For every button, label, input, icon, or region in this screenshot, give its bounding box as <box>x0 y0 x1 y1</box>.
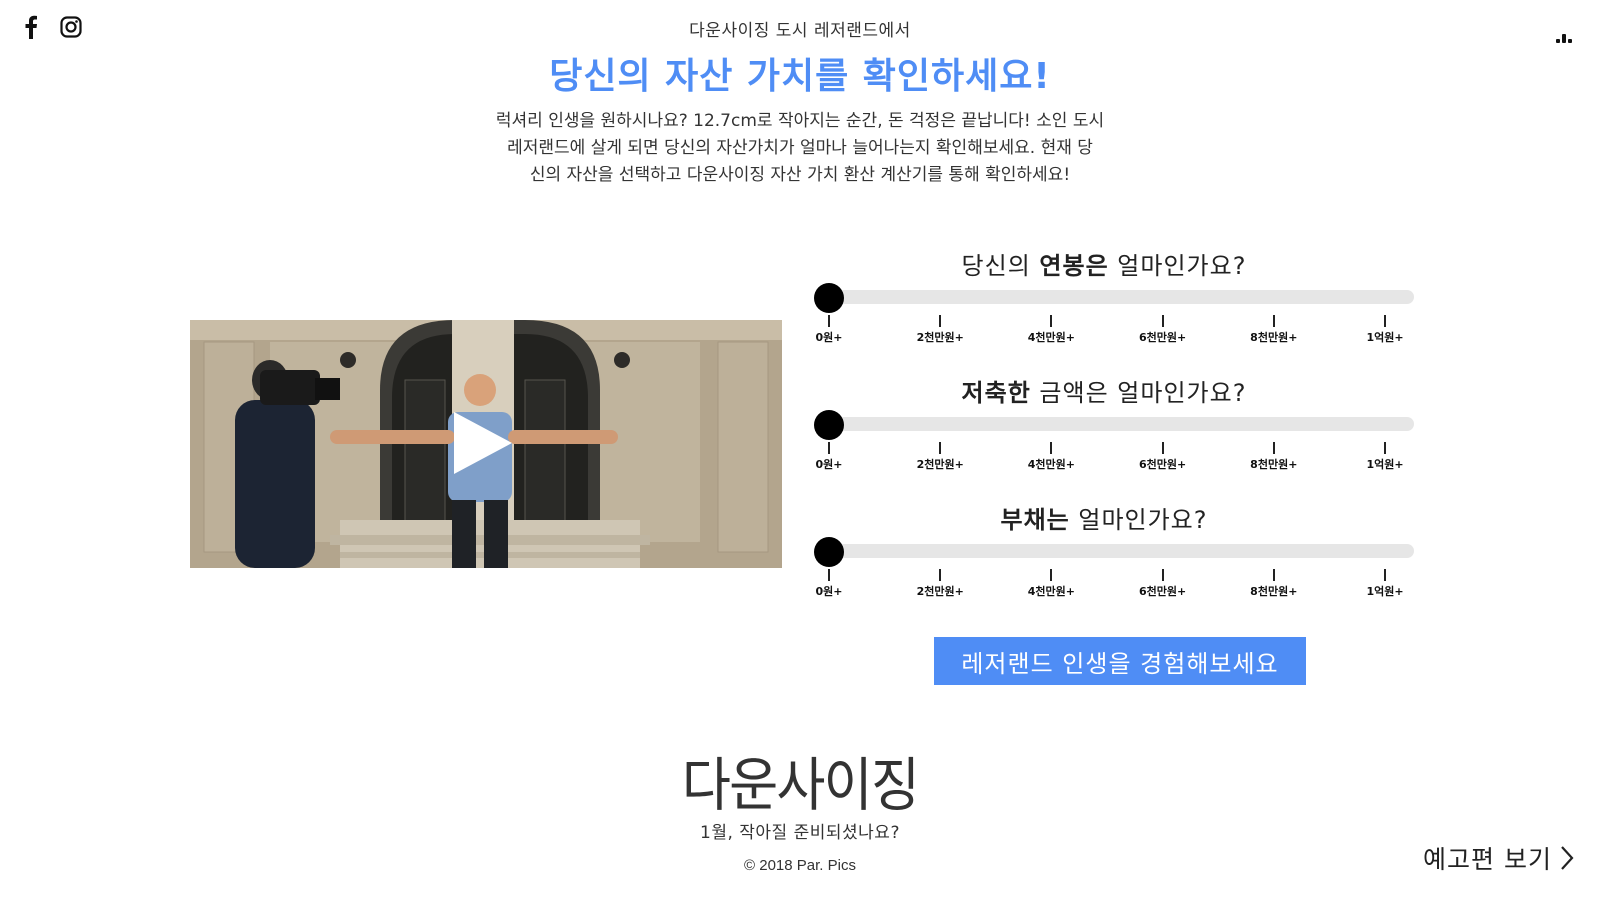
question-label: 저축한 금액은 얼마인가요? <box>814 373 1394 408</box>
question-block: 당신의 연봉은 얼마인가요? 0원+ 2천만원+ 4천만원+ 6천만원+ 8천만원+ 1억원… <box>814 246 1424 373</box>
question-label-bold: 저축한 <box>961 379 1031 407</box>
slider-tick-label: 1억원+ <box>1366 585 1404 598</box>
slider-tick-label: 6천만원+ <box>1138 458 1187 471</box>
asset-calculator: 당신의 연봉은 얼마인가요? 0원+ 2천만원+ 4천만원+ 6천만원+ 8천만원+ 1억원… <box>814 246 1424 627</box>
slider-tick <box>939 315 942 327</box>
slider-tick-label: 1억원+ <box>1366 458 1404 471</box>
intro-line: 럭셔리 인생을 원하시나요? 12.7cm로 작아지는 순간, 돈 걱정은 끝납… <box>495 111 1105 131</box>
question-label-pre: 당신의 <box>961 252 1040 280</box>
slider-tick-label: 0원+ <box>815 331 843 344</box>
video-player[interactable] <box>190 320 782 568</box>
question-label-post: 얼마인가요? <box>1069 506 1208 534</box>
slider-tick-label: 8천만원+ <box>1250 458 1298 471</box>
tagline: 1월, 작아질 준비되셨나요? <box>700 823 900 843</box>
slider-tick <box>828 315 830 327</box>
slider-track[interactable] <box>814 544 1414 558</box>
question-label: 당신의 연봉은 얼마인가요? <box>814 246 1394 281</box>
trailer-label: 예고편 보기 <box>1423 845 1552 874</box>
header: 다운사이징 도시 레저랜드에서 당신의 자산 가치를 확인하세요! <box>0 16 1600 99</box>
slider-tick-label: 2천만원+ <box>916 331 964 344</box>
question-label-bold: 연봉은 <box>1039 252 1109 280</box>
intro-text: 럭셔리 인생을 원하시나요? 12.7cm로 작아지는 순간, 돈 걱정은 끝납… <box>460 108 1140 189</box>
slider-tick-label: 1억원+ <box>1366 331 1404 344</box>
slider-tick-label: 6천만원+ <box>1138 331 1187 344</box>
intro-line: 신의 자산을 선택하고 다운사이징 자산 가치 환산 계산기를 통해 확인하세요… <box>529 165 1071 185</box>
slider-tick-label: 4천만원+ <box>1027 458 1076 471</box>
slider-tick <box>1050 315 1053 327</box>
slider-tick <box>1161 569 1164 581</box>
slider-handle[interactable] <box>814 283 844 313</box>
question-block: 부채는 얼마인가요? 0원+ 2천만원+ 4천만원+ 6천만원+ 8천만원+ 1억원+ <box>814 500 1424 627</box>
slider-tick-label: 8천만원+ <box>1250 331 1298 344</box>
slider-handle[interactable] <box>814 537 844 567</box>
question-block: 저축한 금액은 얼마인가요? 0원+ 2천만원+ 4천만원+ 6천만원+ 8천만원+ 1억원… <box>814 373 1424 500</box>
slider-tick-label: 2천만원+ <box>916 585 964 598</box>
slider-tick <box>828 569 830 581</box>
slider-tick <box>1050 569 1053 581</box>
slider-track[interactable] <box>814 290 1414 304</box>
slider-tick <box>1161 442 1164 454</box>
slider-tick-label: 4천만원+ <box>1027 585 1076 598</box>
slider-tick-label: 6천만원+ <box>1138 585 1187 598</box>
question-label: 부채는 얼마인가요? <box>814 500 1394 535</box>
slider-tick-label: 2천만원+ <box>916 458 964 471</box>
slider-tick <box>939 442 942 454</box>
slider-tick <box>1272 315 1275 327</box>
play-icon[interactable] <box>452 410 514 476</box>
slider-tick-label: 8천만원+ <box>1250 585 1298 598</box>
slider-tick <box>1161 315 1164 327</box>
copyright: © 2018 Par. Pics <box>744 857 856 874</box>
question-label-bold: 부채는 <box>1000 506 1070 534</box>
question-label-post: 금액은 얼마인가요? <box>1030 379 1247 407</box>
chevron-right-icon <box>1561 846 1574 870</box>
slider-tick <box>1272 569 1275 581</box>
downsizing-logo: 다운사이징 <box>681 751 920 819</box>
question-label-post: 얼마인가요? <box>1108 252 1247 280</box>
experience-button[interactable]: 레저랜드 인생을 경험해보세요 <box>934 637 1306 685</box>
footer: 다운사이징 1월, 작아질 준비되셨나요? © 2018 Par. Pics <box>0 752 1600 874</box>
slider-tick <box>1050 442 1053 454</box>
header-subtitle: 다운사이징 도시 레저랜드에서 <box>689 21 911 41</box>
slider-tick <box>1384 315 1386 327</box>
slider-tick <box>828 442 830 454</box>
slider-tick <box>1384 442 1386 454</box>
slider-handle[interactable] <box>814 410 844 440</box>
slider-tick <box>1272 442 1275 454</box>
slider-tick-label: 0원+ <box>815 585 843 598</box>
page-title: 당신의 자산 가치를 확인하세요! <box>549 56 1051 97</box>
slider-tick-label: 4천만원+ <box>1027 331 1076 344</box>
intro-line: 레저랜드에 살게 되면 당신의 자산가치가 얼마나 늘어나는지 확인해보세요. … <box>507 138 1093 158</box>
trailer-link[interactable]: 예고편 보기 <box>1423 840 1574 876</box>
slider-track[interactable] <box>814 417 1414 431</box>
slider-tick-label: 0원+ <box>815 458 843 471</box>
slider-tick <box>939 569 942 581</box>
slider-tick <box>1384 569 1386 581</box>
